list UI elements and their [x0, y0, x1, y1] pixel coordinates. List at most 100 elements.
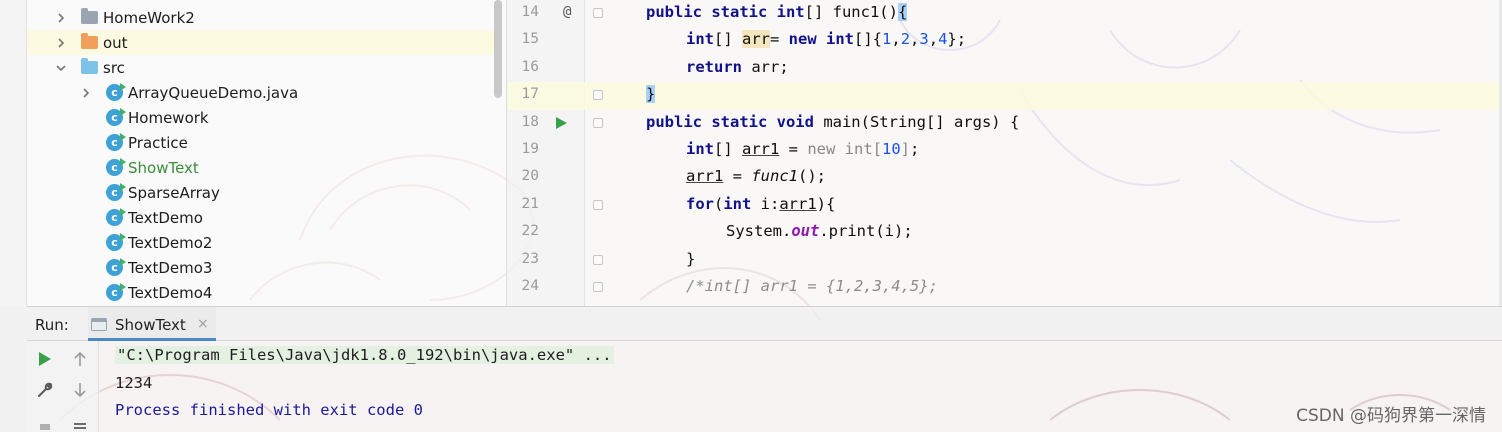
line-number: 20	[521, 168, 539, 185]
tree-item-label: TextDemo3	[128, 258, 213, 277]
code-line[interactable]: 21 for(int i:arr1){	[507, 192, 1502, 219]
folder-icon	[81, 8, 98, 24]
tree-scrollbar[interactable]	[494, 0, 502, 98]
rerun-button[interactable]	[34, 348, 56, 370]
java-class-icon: c	[106, 183, 126, 201]
line-number: 18	[521, 113, 539, 130]
arrow-up-icon	[74, 351, 86, 366]
chevron-right-icon[interactable]	[55, 12, 67, 24]
line-number: 19	[521, 141, 539, 157]
tree-item-label: HomeWork2	[103, 8, 195, 27]
stop-icon	[40, 424, 50, 430]
tree-item-label: ShowText	[128, 158, 199, 177]
code-line[interactable]: 23 }	[507, 247, 1502, 274]
wrench-icon	[38, 382, 53, 397]
fold-icon[interactable]	[593, 117, 603, 128]
java-class-icon: c	[106, 208, 126, 226]
java-class-icon: c	[106, 83, 126, 101]
scroll-up-button[interactable]	[69, 348, 91, 370]
line-number: 15	[521, 31, 539, 48]
code-text: for(int i:arr1){	[686, 194, 836, 213]
scroll-down-button[interactable]	[69, 379, 91, 401]
tool-window-stripe	[0, 306, 27, 432]
code-text: }	[686, 249, 696, 268]
tree-item-label: TextDemo4	[128, 283, 213, 302]
fold-icon[interactable]	[593, 90, 603, 101]
code-line[interactable]: 16 return arr;	[507, 55, 1502, 82]
chevron-right-icon[interactable]	[80, 87, 92, 99]
tree-item-label: SparseArray	[128, 183, 220, 202]
folder-excluded-icon	[81, 33, 98, 49]
code-line[interactable]: 18 public static void main(String[] args…	[507, 110, 1502, 137]
tree-item-showtext[interactable]: c ShowText	[27, 155, 494, 180]
run-panel-title: Run:	[35, 316, 69, 334]
line-number: 22	[521, 223, 539, 240]
java-class-icon: c	[106, 133, 126, 151]
soft-wrap-button[interactable]	[69, 413, 91, 432]
code-line[interactable]: 15 int[] arr= new int[]{1,2,3,4};	[507, 27, 1502, 54]
code-line[interactable]: 24 /*int[] arr1 = {1,2,3,4,5};	[507, 274, 1502, 301]
fold-icon[interactable]	[593, 199, 603, 210]
line-number: 17	[521, 86, 539, 103]
tree-item-label: TextDemo	[128, 208, 203, 227]
tree-item-out[interactable]: out	[27, 30, 494, 55]
java-class-icon: c	[106, 233, 126, 251]
java-class-icon: c	[106, 108, 126, 126]
fold-icon[interactable]	[593, 8, 603, 18]
code-text: System.out.print(i);	[726, 222, 913, 241]
run-gutter-icon[interactable]	[556, 116, 567, 129]
override-marker-icon[interactable]: @	[563, 4, 571, 20]
run-toolbar	[27, 341, 99, 432]
code-text: public static void main(String[] args) {	[646, 112, 1020, 131]
play-icon	[39, 352, 51, 366]
tree-item-label: out	[103, 33, 128, 52]
fold-icon[interactable]	[593, 282, 603, 292]
code-line[interactable]: 14 @ public static int[] func1(){	[507, 0, 1502, 27]
tree-item-label: TextDemo2	[128, 233, 213, 252]
java-class-icon: c	[106, 283, 126, 301]
line-number: 21	[521, 195, 539, 212]
code-line[interactable]: 19 int[] arr1 = new int[10];	[507, 137, 1502, 164]
run-tab-showtext[interactable]: ShowText ×	[88, 307, 216, 341]
code-text: }	[646, 85, 656, 104]
source-folder-icon	[81, 58, 98, 74]
tree-item-src[interactable]: src	[27, 55, 494, 80]
tree-item-homework[interactable]: c Homework	[27, 105, 494, 130]
tree-item-textdemo4[interactable]: c TextDemo4	[27, 280, 494, 305]
tree-item-arrayqueuedemo[interactable]: c ArrayQueueDemo.java	[27, 80, 494, 105]
tree-item-label: src	[103, 58, 125, 77]
code-text: int[] arr1 = new int[10];	[686, 140, 920, 158]
code-comment: /*int[] arr1 = {1,2,3,4,5};	[686, 277, 938, 295]
code-line[interactable]: 22 System.out.print(i);	[507, 219, 1502, 246]
run-tab-label: ShowText	[115, 316, 186, 334]
tree-item-homework2[interactable]: HomeWork2	[27, 5, 494, 30]
tree-item-sparsearray[interactable]: c SparseArray	[27, 180, 494, 205]
settings-wrench-button[interactable]	[34, 379, 56, 401]
code-text: return arr;	[686, 57, 789, 76]
console-output[interactable]: "C:\Program Files\Java\jdk1.8.0_192\bin\…	[99, 341, 1502, 432]
tree-item-textdemo3[interactable]: c TextDemo3	[27, 255, 494, 280]
stop-button[interactable]	[34, 413, 56, 432]
tree-item-textdemo[interactable]: c TextDemo	[27, 205, 494, 230]
chevron-down-icon[interactable]	[55, 62, 67, 74]
tree-item-label: Practice	[128, 133, 188, 152]
code-editor[interactable]: 14 @ public static int[] func1(){ 15 int…	[506, 0, 1502, 306]
chevron-right-icon[interactable]	[55, 37, 67, 49]
code-line-current[interactable]: 17 }	[507, 82, 1502, 110]
tree-item-label: ArrayQueueDemo.java	[128, 83, 299, 102]
tool-window-stripe	[0, 0, 27, 306]
console-command-line: "C:\Program Files\Java\jdk1.8.0_192\bin\…	[115, 346, 614, 364]
line-number: 14	[521, 4, 539, 20]
code-text: public static int[] func1(){	[646, 3, 908, 21]
watermark: CSDN @码狗界第一深情	[1296, 406, 1486, 426]
tree-item-textdemo2[interactable]: c TextDemo2	[27, 230, 494, 255]
fold-icon[interactable]	[593, 254, 603, 265]
java-class-icon: c	[106, 158, 126, 176]
arrow-down-icon	[74, 383, 86, 398]
close-icon[interactable]: ×	[197, 316, 209, 332]
tree-item-practice[interactable]: c Practice	[27, 130, 494, 155]
wrap-icon	[74, 423, 86, 429]
code-line[interactable]: 20 arr1 = func1();	[507, 164, 1502, 191]
tree-item-label: Homework	[128, 108, 209, 127]
line-number: 24	[521, 278, 539, 294]
